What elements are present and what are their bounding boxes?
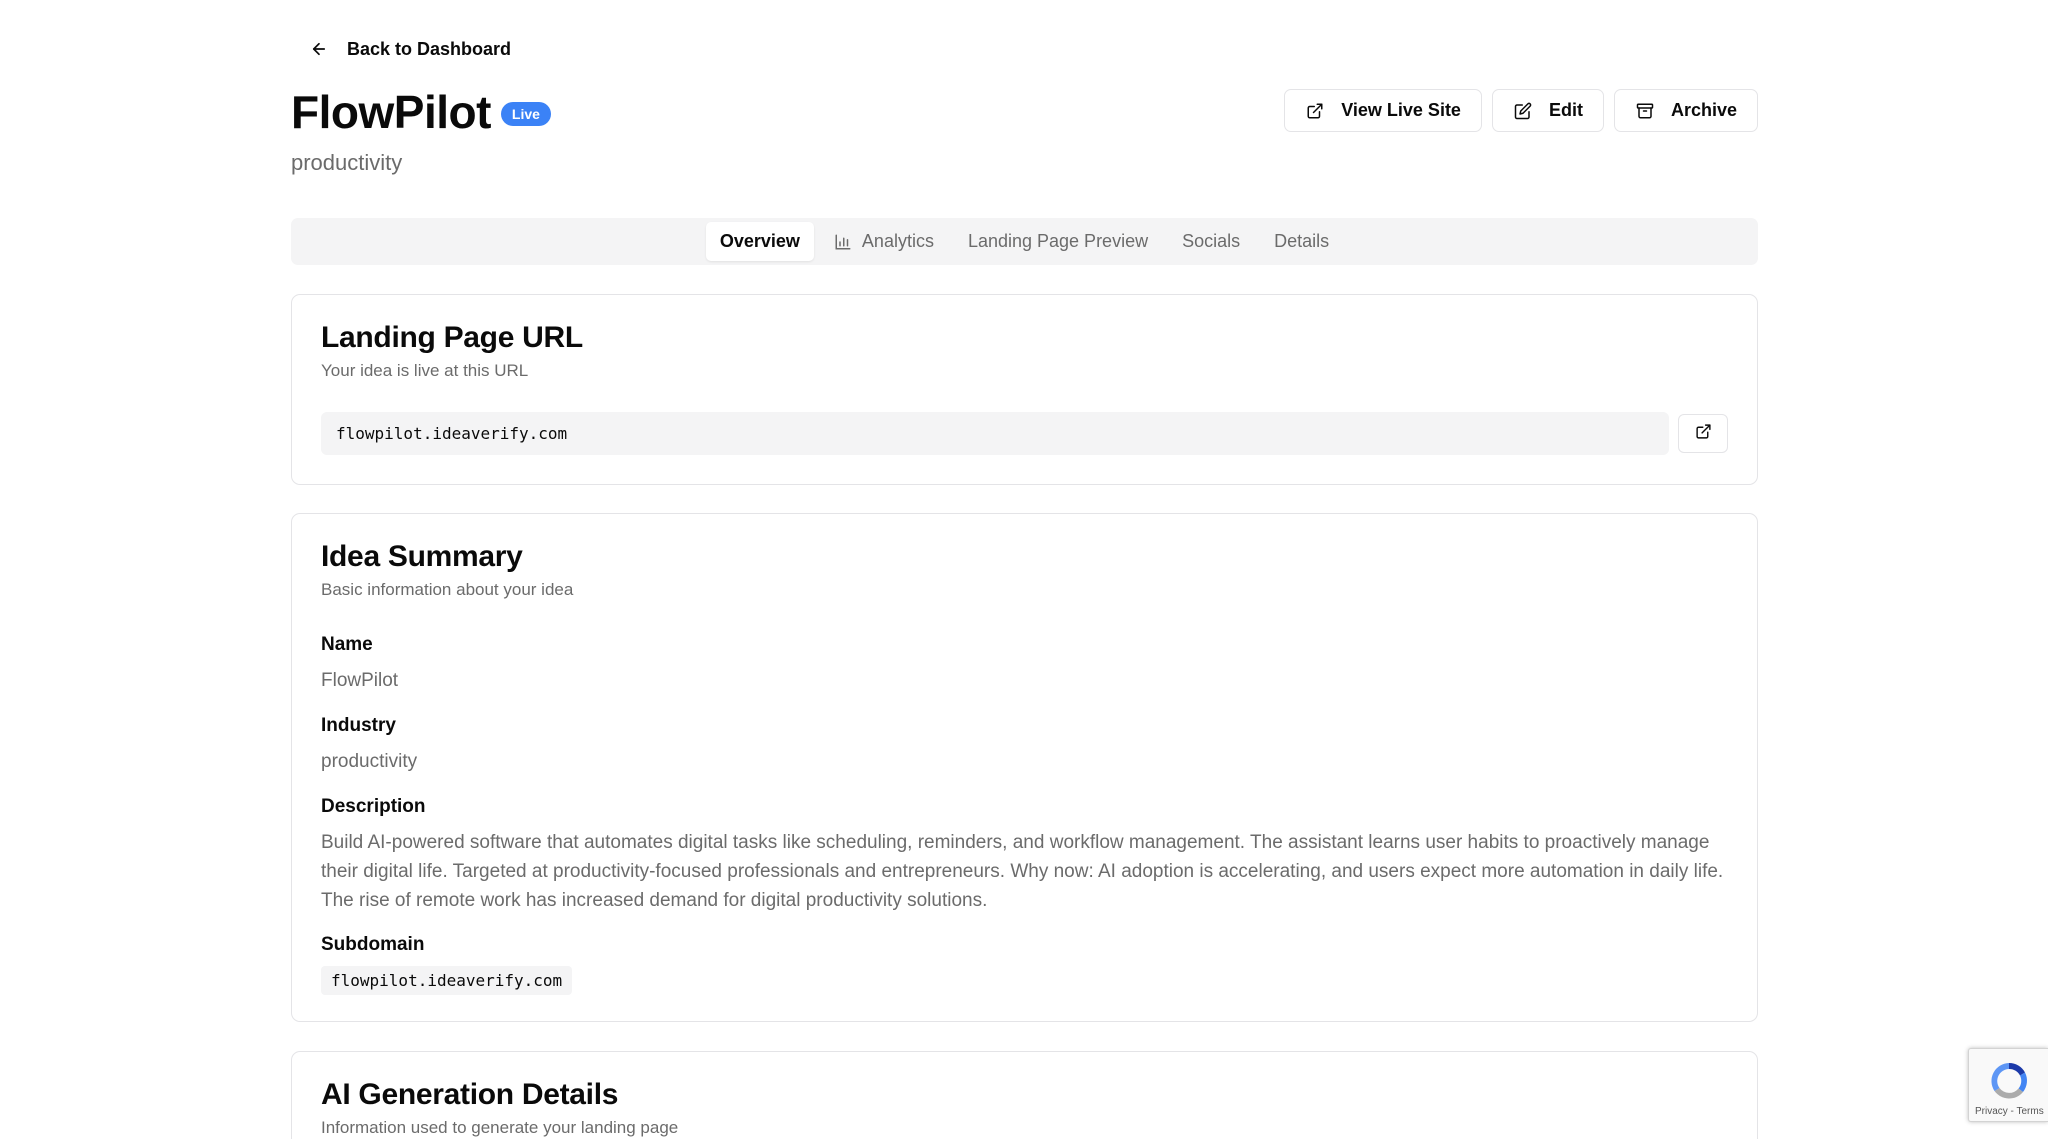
edit-label: Edit [1548,100,1583,120]
tab-label: Analytics [861,231,934,251]
subdomain-value: flowpilot.ideaverify.com [321,966,573,995]
tab-socials[interactable]: Socials [1168,222,1254,261]
field-label: Subdomain [321,934,425,955]
recaptcha-icon [1987,1059,2031,1103]
idea-summary-card: Idea Summary Basic information about you… [291,513,1758,1022]
field-label: Name [321,634,373,655]
page-subtitle: productivity [291,150,403,175]
page-title: FlowPilot [291,86,491,138]
edit-icon [1513,101,1533,121]
landing-page-url-card: Landing Page URL Your idea is live at th… [291,294,1758,485]
page-header: FlowPilot Live [291,84,551,140]
card-title: AI Generation Details [321,1078,619,1111]
arrow-left-icon [309,39,329,59]
back-to-dashboard-link[interactable]: Back to Dashboard [309,36,511,62]
name-field: Name FlowPilot [321,634,1728,695]
archive-button[interactable]: Archive [1613,89,1758,132]
card-description: Your idea is live at this URL [321,361,529,380]
status-badge: Live [500,102,551,126]
tab-bar: Overview Analytics Landing Page Preview … [291,218,1758,265]
tab-overview[interactable]: Overview [705,222,814,261]
ai-generation-details-card: AI Generation Details Information used t… [291,1051,1758,1139]
tab-analytics[interactable]: Analytics [820,222,948,261]
description-field: Description Build AI-powered software th… [321,796,1728,915]
external-link-icon [1305,101,1325,121]
field-value: FlowPilot [321,670,399,691]
tab-label: Details [1274,231,1330,251]
recaptcha-badge[interactable]: Privacy - Terms [1968,1048,2048,1122]
view-live-site-button[interactable]: View Live Site [1284,89,1482,132]
field-label: Industry [321,715,396,736]
card-description: Information used to generate your landin… [321,1118,679,1137]
back-link-label: Back to Dashboard [347,38,512,59]
landing-url-field[interactable]: flowpilot.ideaverify.com [321,412,1669,455]
card-title: Idea Summary [321,540,523,573]
subdomain-field: Subdomain flowpilot.ideaverify.com [321,934,1728,995]
field-value: productivity [321,751,418,772]
field-label: Description [321,796,426,817]
tab-label: Overview [719,231,800,251]
tab-list: Overview Analytics Landing Page Preview … [705,222,1343,261]
tab-details[interactable]: Details [1260,222,1343,261]
industry-field: Industry productivity [321,715,1728,776]
external-link-icon [1695,423,1712,445]
recaptcha-terms[interactable]: Privacy - Terms [1975,1106,2044,1117]
url-row: flowpilot.ideaverify.com [321,412,1728,455]
edit-button[interactable]: Edit [1491,89,1604,132]
field-value: Build AI-powered software that automates… [321,832,1724,911]
bar-chart-icon [834,233,852,251]
card-title: Landing Page URL [321,321,583,354]
tab-label: Landing Page Preview [967,231,1149,251]
header-actions: View Live Site Edit Archive [1284,89,1758,132]
tab-label: Socials [1182,231,1241,251]
open-url-button[interactable] [1678,414,1728,453]
tab-landing-page-preview[interactable]: Landing Page Preview [954,222,1162,261]
archive-icon [1635,101,1655,121]
archive-label: Archive [1670,100,1737,120]
view-live-site-label: View Live Site [1341,100,1461,120]
card-description: Basic information about your idea [321,580,574,599]
